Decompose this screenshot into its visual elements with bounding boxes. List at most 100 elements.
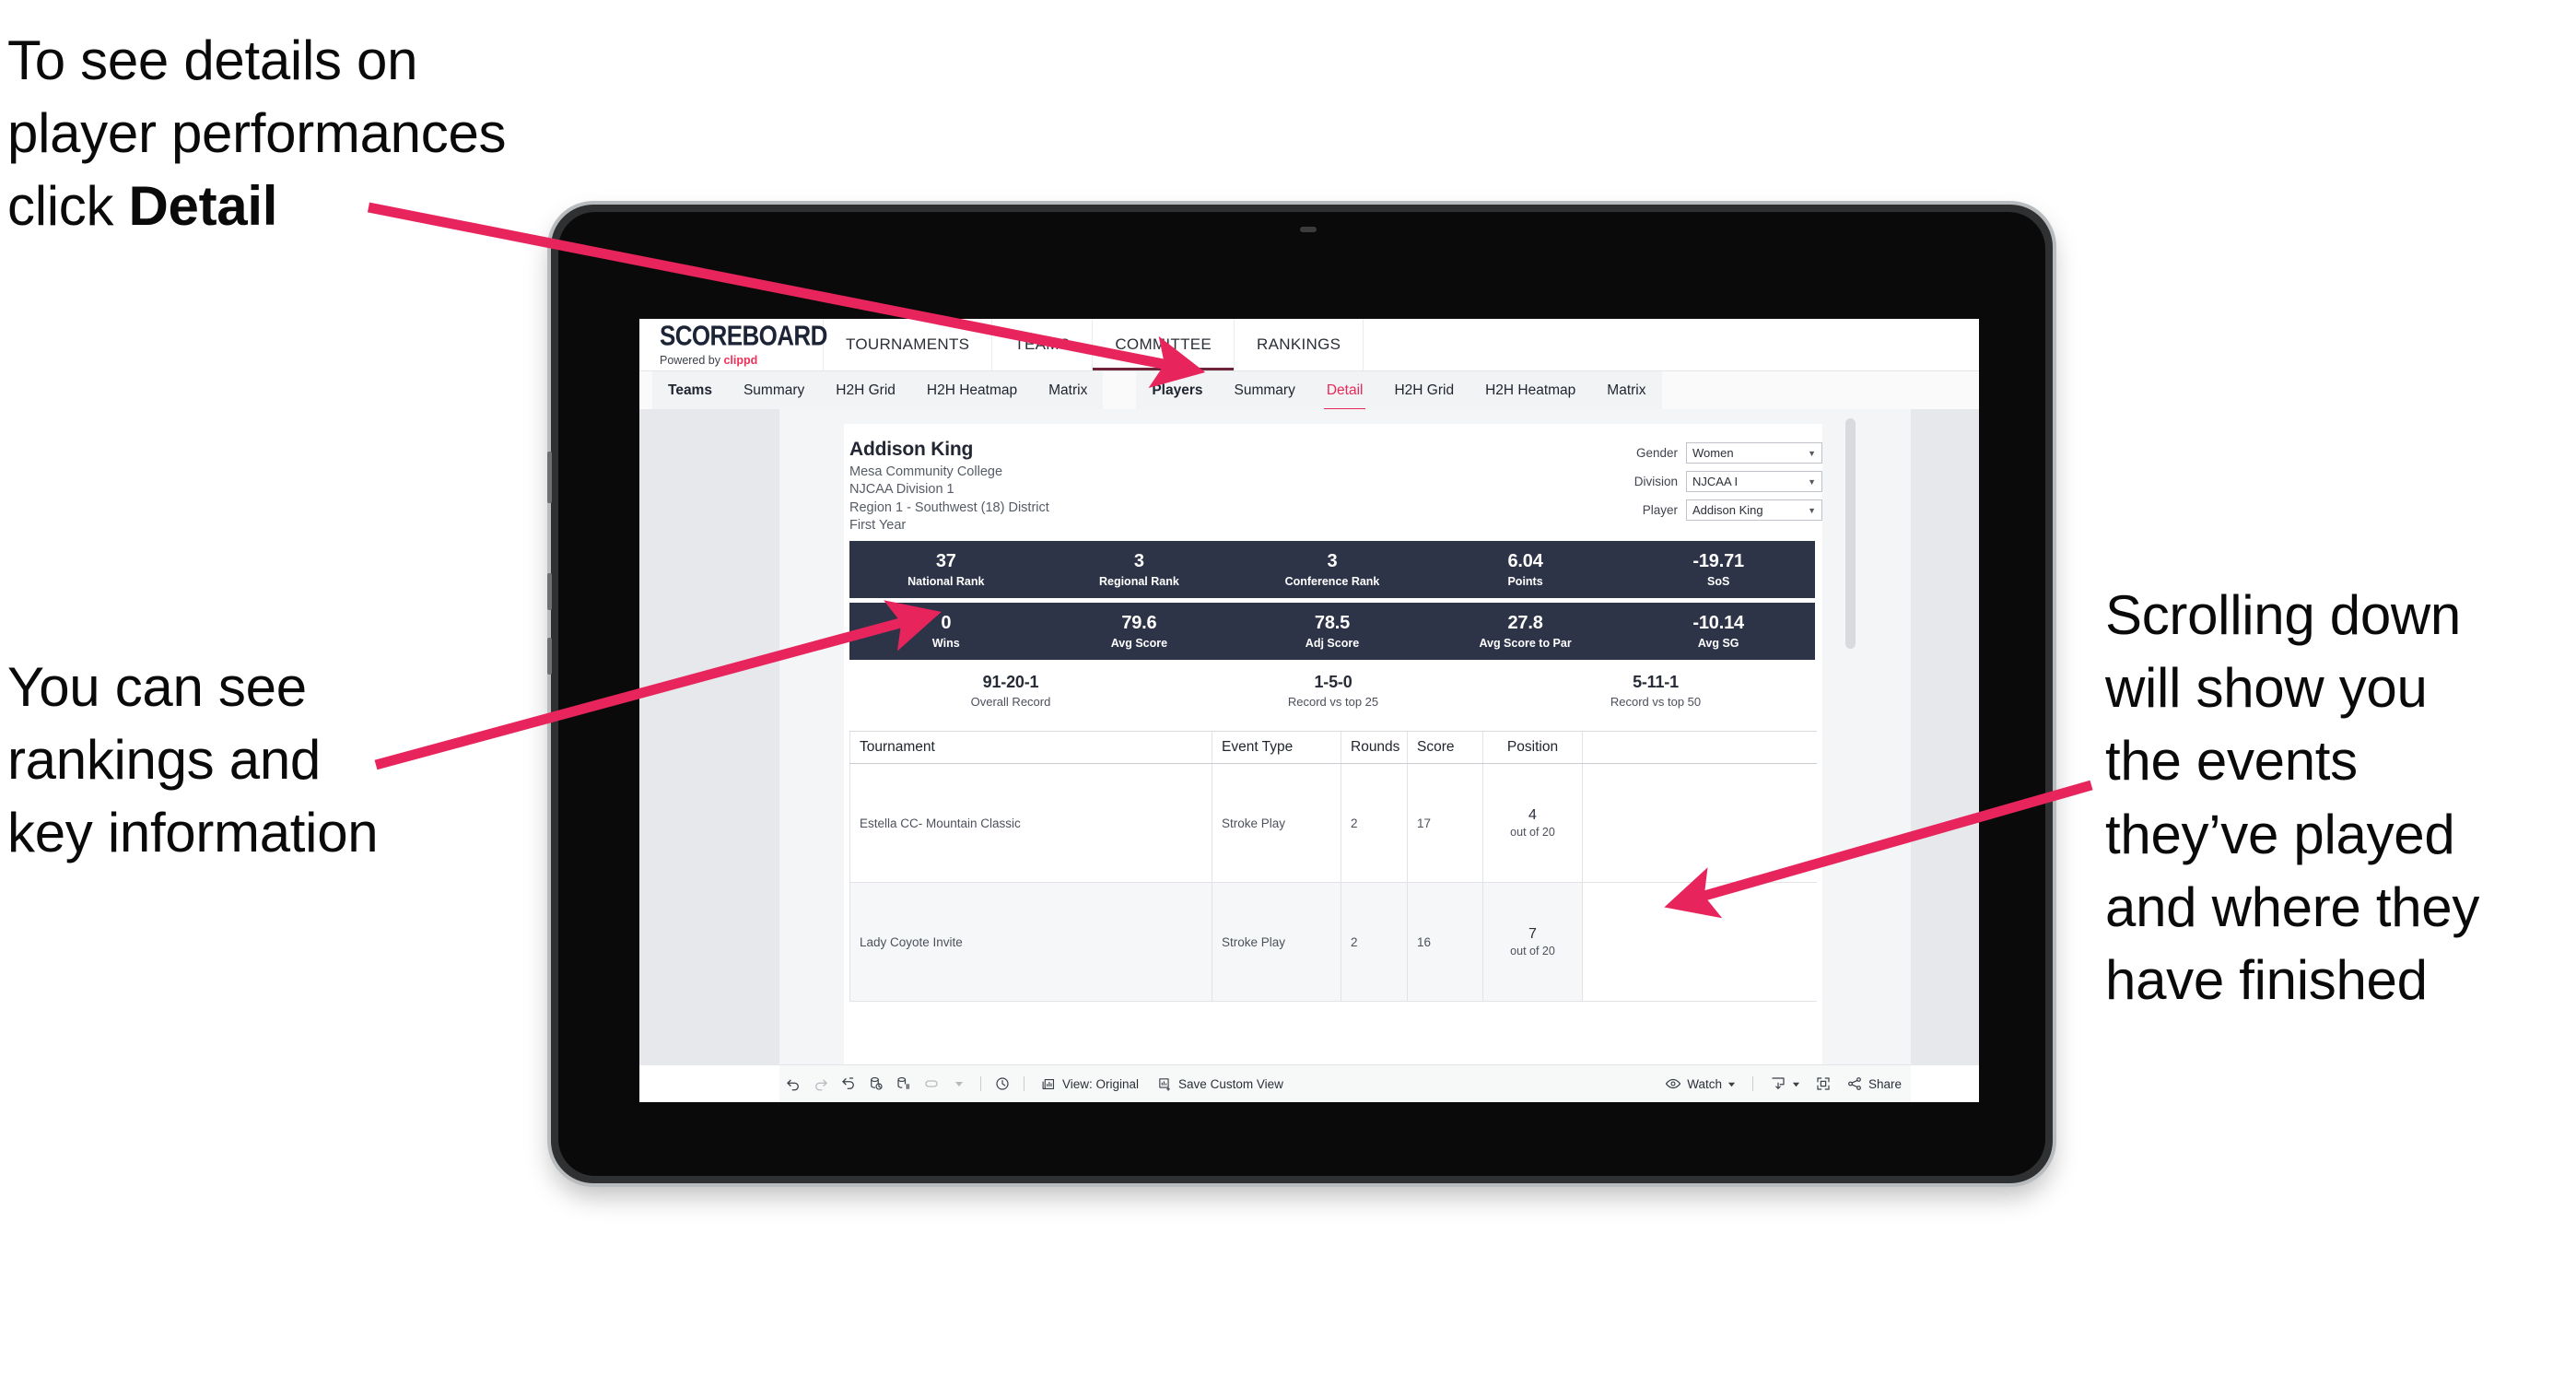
fullscreen-icon[interactable] bbox=[1809, 1065, 1837, 1102]
filter-label-division: Division bbox=[1633, 475, 1678, 488]
tablet-camera bbox=[1300, 227, 1317, 232]
brand-logo[interactable]: SCOREBOARD Powered by clippd bbox=[639, 319, 827, 370]
view-original-button[interactable]: View: Original bbox=[1032, 1076, 1148, 1092]
stat-label: Avg SG bbox=[1697, 637, 1739, 650]
stat-avg-score: 79.6 Avg Score bbox=[1043, 613, 1236, 650]
brand-powered-by: Powered by clippd bbox=[660, 354, 823, 367]
stat-label: Wins bbox=[931, 637, 960, 650]
pause-icon[interactable] bbox=[890, 1065, 918, 1102]
chevron-down-icon: ▼ bbox=[1808, 476, 1816, 487]
column-header-rounds[interactable]: Rounds bbox=[1341, 732, 1408, 763]
callout-scroll-line2: will show you bbox=[2105, 657, 2428, 720]
subtab-teams-h2h-grid[interactable]: H2H Grid bbox=[820, 371, 911, 410]
tablet-device: SCOREBOARD Powered by clippd TOURNAMENTS… bbox=[547, 205, 2053, 1183]
stat-value: 27.8 bbox=[1507, 613, 1543, 633]
player-year: First Year bbox=[849, 518, 907, 533]
chevron-down-icon: ▼ bbox=[1808, 448, 1816, 458]
brand-clippd-name: clippd bbox=[723, 353, 758, 367]
stat-regional-rank: 3 Regional Rank bbox=[1043, 551, 1236, 588]
subtab-players-detail[interactable]: Detail bbox=[1311, 371, 1379, 411]
subtab-players-h2h-heatmap[interactable]: H2H Heatmap bbox=[1469, 371, 1591, 410]
subtab-players-h2h-grid[interactable]: H2H Grid bbox=[1378, 371, 1469, 410]
records-row: 91-20-1 Overall Record 1-5-0 Record vs t… bbox=[849, 673, 1817, 709]
filter-select-gender[interactable]: Women ▼ bbox=[1686, 442, 1822, 464]
column-header-score[interactable]: Score bbox=[1408, 732, 1483, 763]
cell-tournament: Estella CC- Mountain Classic bbox=[849, 764, 1212, 882]
player-division: NJCAA Division 1 bbox=[849, 482, 954, 497]
stat-label: Avg Score bbox=[1110, 637, 1168, 650]
subtab-players-matrix[interactable]: Matrix bbox=[1591, 371, 1661, 410]
share-label: Share bbox=[1868, 1076, 1902, 1091]
sub-tab-group-players: Players Summary Detail H2H Grid H2H Heat… bbox=[1136, 371, 1662, 411]
stat-value: 78.5 bbox=[1314, 613, 1351, 633]
cell-tournament: Lady Coyote Invite bbox=[849, 883, 1212, 1001]
sub-tab-bar: Teams Summary H2H Grid H2H Heatmap Matri… bbox=[639, 371, 1979, 411]
top-navigation: SCOREBOARD Powered by clippd TOURNAMENTS… bbox=[639, 319, 1979, 371]
stat-value: 6.04 bbox=[1507, 551, 1543, 571]
topnav-item-teams[interactable]: TEAMS bbox=[992, 319, 1094, 370]
topnav-item-rankings[interactable]: RANKINGS bbox=[1235, 319, 1364, 370]
callout-rankings-line2: rankings and bbox=[7, 729, 321, 792]
topnav-item-tournaments[interactable]: TOURNAMENTS bbox=[824, 319, 993, 370]
filter-panel: Gender Women ▼ Division NJCAA I ▼ Player… bbox=[1606, 439, 1822, 533]
highlight-caret-icon[interactable] bbox=[945, 1065, 973, 1102]
player-name: Addison King bbox=[849, 439, 974, 460]
vertical-scrollbar[interactable] bbox=[1845, 418, 1856, 649]
filter-row-player: Player Addison King ▼ bbox=[1606, 499, 1822, 521]
undo-icon[interactable] bbox=[779, 1065, 807, 1102]
refresh-icon[interactable] bbox=[862, 1065, 890, 1102]
player-meta: Addison King Mesa Community College NJCA… bbox=[849, 439, 1606, 533]
download-button[interactable] bbox=[1761, 1075, 1809, 1092]
watch-label: Watch bbox=[1687, 1076, 1722, 1091]
stat-value: -19.71 bbox=[1692, 551, 1744, 571]
column-header-tournament[interactable]: Tournament bbox=[849, 732, 1212, 763]
filter-select-player[interactable]: Addison King ▼ bbox=[1686, 499, 1822, 521]
tablet-screen: SCOREBOARD Powered by clippd TOURNAMENTS… bbox=[558, 212, 2045, 1176]
table-row[interactable]: Lady Coyote Invite Stroke Play 2 16 7 ou… bbox=[849, 883, 1817, 1002]
record-label: Record vs top 25 bbox=[1287, 695, 1379, 709]
events-table: Tournament Event Type Rounds Score Posit… bbox=[849, 731, 1817, 1002]
callout-scroll-line1: Scrolling down bbox=[2105, 584, 2462, 646]
stat-sos: -19.71 SoS bbox=[1622, 551, 1815, 588]
watch-button[interactable]: Watch bbox=[1656, 1075, 1745, 1092]
subtab-teams-summary[interactable]: Summary bbox=[728, 371, 820, 410]
redo-icon[interactable] bbox=[807, 1065, 835, 1102]
record-value: 91-20-1 bbox=[982, 673, 1039, 691]
subtab-teams[interactable]: Teams bbox=[652, 371, 728, 410]
subtab-teams-matrix[interactable]: Matrix bbox=[1033, 371, 1103, 410]
stat-avg-score-to-par: 27.8 Avg Score to Par bbox=[1429, 613, 1622, 650]
save-custom-view-button[interactable]: Save Custom View bbox=[1148, 1076, 1293, 1092]
table-row[interactable]: Estella CC- Mountain Classic Stroke Play… bbox=[849, 764, 1817, 883]
player-school: Mesa Community College bbox=[849, 464, 1003, 479]
column-header-event-type[interactable]: Event Type bbox=[1212, 732, 1341, 763]
filter-value-gender: Women bbox=[1692, 446, 1734, 460]
toolbar-divider bbox=[980, 1076, 981, 1091]
revert-icon[interactable] bbox=[835, 1065, 862, 1102]
stat-points: 6.04 Points bbox=[1429, 551, 1622, 588]
stat-value: 79.6 bbox=[1121, 613, 1157, 633]
subtab-players[interactable]: Players bbox=[1136, 371, 1218, 410]
share-button[interactable]: Share bbox=[1837, 1075, 1911, 1092]
record-label: Record vs top 50 bbox=[1610, 695, 1702, 709]
sub-tab-group-teams: Teams Summary H2H Grid H2H Heatmap Matri… bbox=[652, 371, 1104, 410]
callout-scroll: Scrolling down will show you the events … bbox=[2105, 579, 2566, 1016]
clock-icon[interactable] bbox=[989, 1065, 1016, 1102]
subtab-players-summary[interactable]: Summary bbox=[1219, 371, 1311, 410]
callout-detail-line1: To see details on bbox=[7, 29, 418, 91]
filter-select-division[interactable]: NJCAA I ▼ bbox=[1686, 471, 1822, 492]
callout-detail-line3-bold: Detail bbox=[128, 175, 278, 238]
highlight-icon[interactable] bbox=[918, 1065, 945, 1102]
tablet-volume-up-button bbox=[547, 573, 552, 610]
callout-detail: To see details on player performances cl… bbox=[7, 24, 615, 243]
stats-row-rankings: 37 National Rank 3 Regional Rank 3 Confe… bbox=[849, 541, 1815, 598]
cell-position-value: 7 bbox=[1528, 926, 1537, 942]
callout-rankings-line3: key information bbox=[7, 802, 379, 864]
browser-viewport: SCOREBOARD Powered by clippd TOURNAMENTS… bbox=[639, 319, 1979, 1102]
record-overall: 91-20-1 Overall Record bbox=[849, 673, 1172, 709]
topnav-item-committee[interactable]: COMMITTEE bbox=[1093, 319, 1235, 370]
column-header-position[interactable]: Position bbox=[1483, 732, 1583, 763]
record-vs-top-25: 1-5-0 Record vs top 25 bbox=[1172, 673, 1494, 709]
stat-label: Conference Rank bbox=[1284, 575, 1380, 588]
stat-avg-sg: -10.14 Avg SG bbox=[1622, 613, 1815, 650]
subtab-teams-h2h-heatmap[interactable]: H2H Heatmap bbox=[911, 371, 1033, 410]
